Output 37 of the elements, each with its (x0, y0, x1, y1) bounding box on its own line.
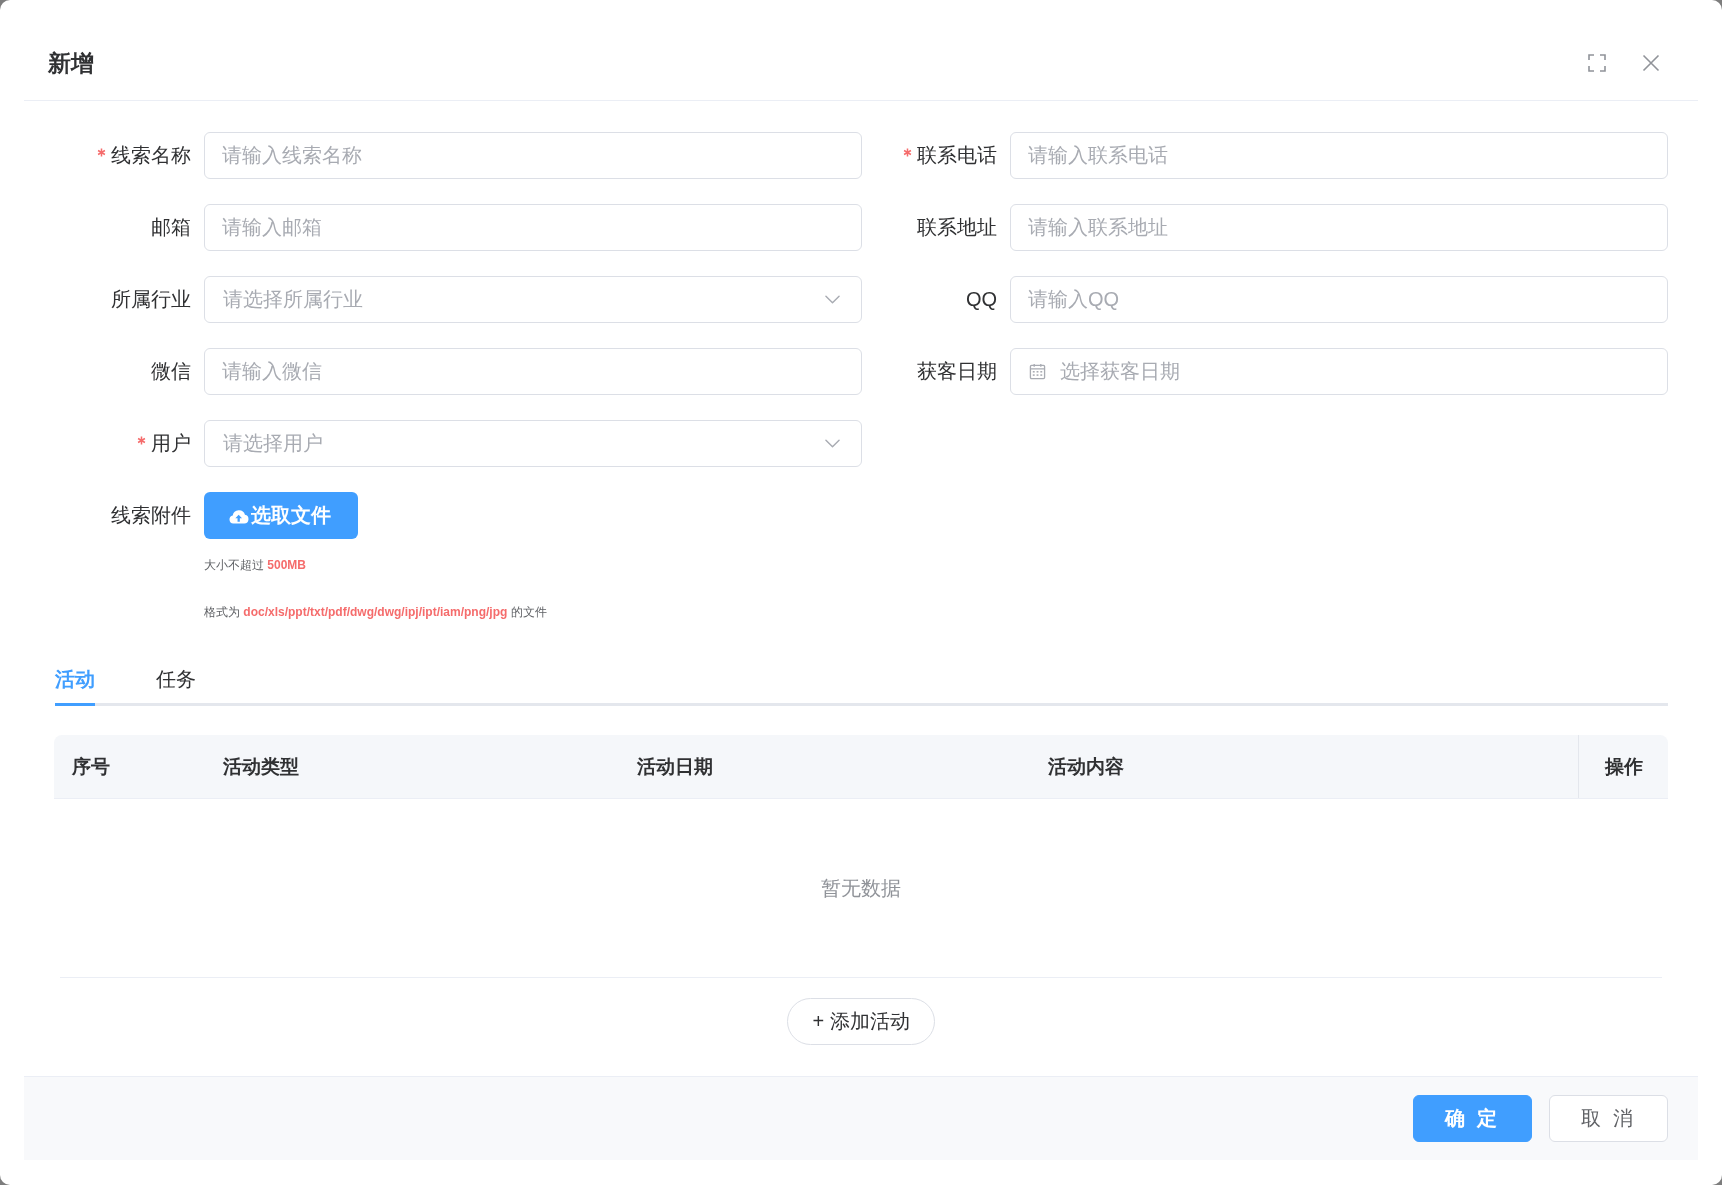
text-input[interactable]: 请输入微信 (204, 348, 862, 395)
field-label: 微信 (151, 359, 191, 384)
empty-text: 暂无数据 (821, 875, 901, 901)
field-label: 线索名称 (111, 143, 191, 168)
field-label: 获客日期 (917, 359, 997, 384)
fullscreen-icon[interactable] (1588, 54, 1606, 72)
select-field[interactable]: 请选择用户 (204, 420, 862, 467)
add-activity-button[interactable]: + 添加活动 (787, 998, 935, 1045)
chevron-down-icon (825, 295, 840, 304)
field-label: 联系地址 (917, 215, 997, 240)
field-label: 所属行业 (111, 287, 191, 312)
text-input[interactable]: 请输入联系电话 (1010, 132, 1668, 179)
field-label: 联系电话 (917, 143, 997, 168)
select-field[interactable]: 请选择所属行业 (204, 276, 862, 323)
tab[interactable]: 任务 (156, 655, 196, 706)
close-icon[interactable] (1642, 54, 1660, 72)
field-label: 用户 (151, 431, 191, 456)
chevron-down-icon (825, 439, 840, 448)
column-header: 活动类型 (222, 755, 300, 779)
column-header: 活动日期 (636, 755, 714, 779)
column-header: 操作 (1578, 735, 1668, 798)
cancel-button[interactable]: 取 消 (1549, 1095, 1668, 1142)
field-label: 线索附件 (111, 503, 191, 528)
text-input[interactable]: 请输入线索名称 (204, 132, 862, 179)
upload-hint: 大小不超过 500MB (204, 557, 307, 574)
calendar-icon (1029, 363, 1046, 380)
dialog-title: 新增 (48, 48, 94, 78)
text-input[interactable]: 请输入邮箱 (204, 204, 862, 251)
cloud-upload-icon (228, 507, 249, 524)
field-label: QQ (965, 288, 997, 311)
text-input[interactable]: 请输入联系地址 (1010, 204, 1668, 251)
text-input[interactable]: 请输入QQ (1010, 276, 1668, 323)
date-field[interactable]: 选择获客日期 (1010, 348, 1668, 395)
field-label: 邮箱 (151, 215, 191, 240)
column-header: 序号 (71, 755, 111, 779)
column-header: 活动内容 (1047, 755, 1125, 779)
upload-hint: 格式为 doc/xls/ppt/txt/pdf/dwg/dwg/ipj/ipt/iam/png/jpg 的文件 (204, 604, 547, 621)
